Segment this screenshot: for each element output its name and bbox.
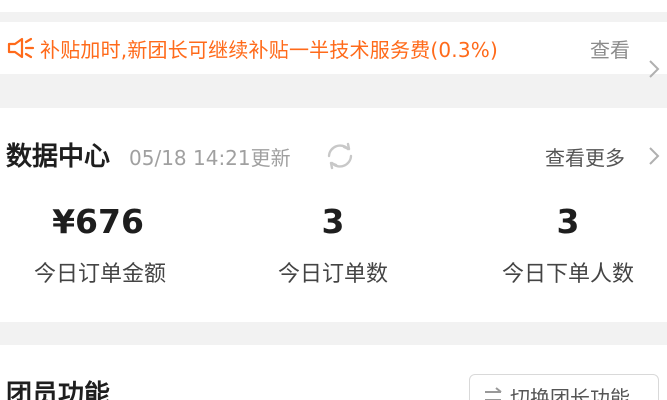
member-functions-title: 团员功能	[6, 380, 111, 400]
data-center-card: 数据中心 05/18 14:21更新 查看更多 ¥676 今日订单金额 3 今日…	[0, 108, 667, 322]
chevron-right-icon	[649, 147, 660, 165]
stat-value: ¥676	[52, 202, 144, 241]
update-time: 05/18 14:21更新	[129, 146, 291, 170]
stat-value: 3	[321, 202, 345, 241]
stat-label: 今日下单人数	[501, 262, 634, 287]
chevron-right-icon	[649, 60, 660, 78]
notice-text: 补贴加时,新团长可继续补贴一半技术服务费(0.3%)	[40, 38, 498, 62]
refresh-icon[interactable]	[323, 141, 357, 171]
swap-icon	[485, 387, 502, 400]
switch-leader-label: 切换团长功能	[510, 386, 630, 400]
top-strip	[0, 0, 667, 12]
member-functions-card: 团员功能 切换团长功能	[0, 345, 667, 400]
switch-leader-button[interactable]: 切换团长功能	[469, 374, 659, 400]
stat-label: 今日订单金额	[33, 262, 166, 287]
notice-bar[interactable]: 补贴加时,新团长可继续补贴一半技术服务费(0.3%) 查看	[0, 22, 667, 78]
stat-label: 今日订单数	[277, 262, 388, 287]
notice-more-link[interactable]: 查看	[590, 34, 630, 63]
view-more-link[interactable]: 查看更多	[545, 142, 625, 171]
data-center-title: 数据中心	[6, 142, 111, 172]
stat-value: 3	[556, 202, 580, 241]
megaphone-icon	[7, 37, 35, 59]
